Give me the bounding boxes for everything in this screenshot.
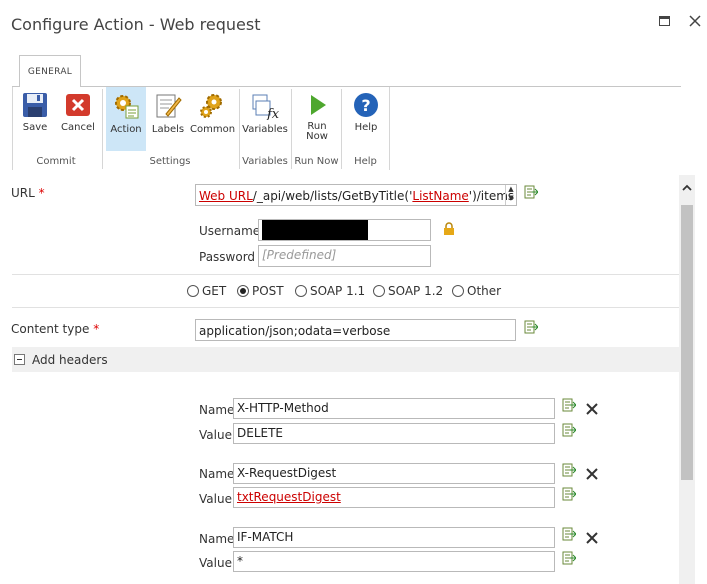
- header-name-label: Name: [199, 403, 235, 417]
- header-name-input[interactable]: IF-MATCH: [233, 527, 555, 548]
- radio-get[interactable]: GET: [187, 284, 226, 298]
- header-value-input[interactable]: *: [233, 551, 555, 572]
- variables-button[interactable]: fx Variables: [242, 87, 288, 151]
- labels-pencil-icon: [156, 94, 182, 118]
- add-headers-section[interactable]: Add headers: [12, 347, 679, 372]
- header-value-input[interactable]: txtRequestDigest: [233, 487, 555, 508]
- group-variables: Variables: [242, 156, 288, 167]
- radio-other-circle: [452, 285, 464, 297]
- action-gear-icon: [115, 95, 139, 119]
- header-name-input[interactable]: X-HTTP-Method: [233, 398, 555, 419]
- password-input[interactable]: [Predefined]: [258, 245, 431, 267]
- save-icon: [23, 93, 47, 117]
- insert-reference-icon[interactable]: [562, 398, 576, 412]
- run-now-button[interactable]: Run Now: [297, 87, 337, 151]
- insert-reference-icon[interactable]: [562, 463, 576, 477]
- radio-post-circle: [237, 285, 249, 297]
- insert-reference-icon[interactable]: [562, 551, 576, 565]
- group-settings: Settings: [149, 156, 191, 167]
- content-type-label: Content type *: [11, 322, 100, 336]
- radio-post[interactable]: POST: [237, 284, 284, 298]
- url-spinner[interactable]: ▲ ▼: [505, 185, 516, 205]
- radio-get-circle: [187, 285, 199, 297]
- radio-soap12-circle: [373, 285, 385, 297]
- header-name-label: Name: [199, 532, 235, 546]
- maximize-button[interactable]: [655, 12, 673, 30]
- url-token-web-url[interactable]: Web URL: [199, 189, 253, 203]
- collapse-icon[interactable]: [14, 354, 25, 365]
- radio-soap-12[interactable]: SOAP 1.2: [373, 284, 443, 298]
- header-value-label: Value: [199, 556, 232, 570]
- dialog-title: Configure Action - Web request: [11, 15, 261, 34]
- radio-other[interactable]: Other: [452, 284, 501, 298]
- group-run-now: Run Now: [294, 156, 339, 167]
- svg-text:fx: fx: [266, 107, 280, 120]
- group-help: Help: [354, 156, 377, 167]
- svg-text:?: ?: [361, 96, 370, 115]
- close-icon: [689, 15, 701, 27]
- redacted-username: [262, 220, 368, 240]
- cancel-button[interactable]: Cancel: [58, 87, 98, 151]
- insert-reference-icon[interactable]: [562, 487, 576, 501]
- header-value-label: Value: [199, 428, 232, 442]
- variables-fx-icon: fx: [252, 94, 280, 120]
- password-label: Password: [199, 250, 256, 264]
- username-label: Username: [199, 224, 261, 238]
- value-token-request-digest[interactable]: txtRequestDigest: [237, 490, 341, 504]
- radio-soap11-circle: [295, 285, 307, 297]
- delete-header-icon[interactable]: [585, 402, 599, 416]
- common-button[interactable]: Common: [190, 87, 235, 151]
- header-value-input[interactable]: DELETE: [233, 423, 555, 444]
- tab-general[interactable]: GENERAL: [19, 55, 81, 87]
- lock-icon: [444, 222, 454, 235]
- scroll-thumb[interactable]: [681, 205, 693, 480]
- header-value-label: Value: [199, 492, 232, 506]
- url-input[interactable]: Web URL/_api/web/lists/GetByTitle('ListN…: [195, 184, 517, 206]
- scroll-up-icon[interactable]: [681, 182, 693, 194]
- group-commit: Commit: [36, 156, 76, 167]
- insert-reference-icon[interactable]: [562, 527, 576, 541]
- help-icon: ?: [354, 93, 378, 117]
- labels-button[interactable]: Labels: [150, 87, 186, 151]
- maximize-icon: [658, 16, 670, 26]
- insert-reference-icon[interactable]: [524, 320, 538, 334]
- username-input[interactable]: [258, 219, 431, 241]
- url-label: URL *: [11, 186, 45, 200]
- url-token-listname[interactable]: ListName: [412, 189, 468, 203]
- add-headers-label: Add headers: [32, 353, 108, 367]
- common-gears-icon: [200, 94, 222, 118]
- help-button[interactable]: ? Help: [346, 87, 386, 151]
- cancel-icon: [66, 94, 90, 116]
- play-icon: [311, 95, 326, 115]
- save-button[interactable]: Save: [16, 87, 54, 151]
- content-type-input[interactable]: application/json;odata=verbose: [195, 319, 516, 341]
- insert-reference-icon[interactable]: [562, 423, 576, 437]
- radio-soap-11[interactable]: SOAP 1.1: [295, 284, 365, 298]
- close-button[interactable]: [686, 12, 704, 30]
- header-name-label: Name: [199, 467, 235, 481]
- action-button[interactable]: Action: [106, 87, 146, 151]
- delete-header-icon[interactable]: [585, 467, 599, 481]
- delete-header-icon[interactable]: [585, 531, 599, 545]
- insert-reference-icon[interactable]: [524, 185, 538, 199]
- header-name-input[interactable]: X-RequestDigest: [233, 463, 555, 484]
